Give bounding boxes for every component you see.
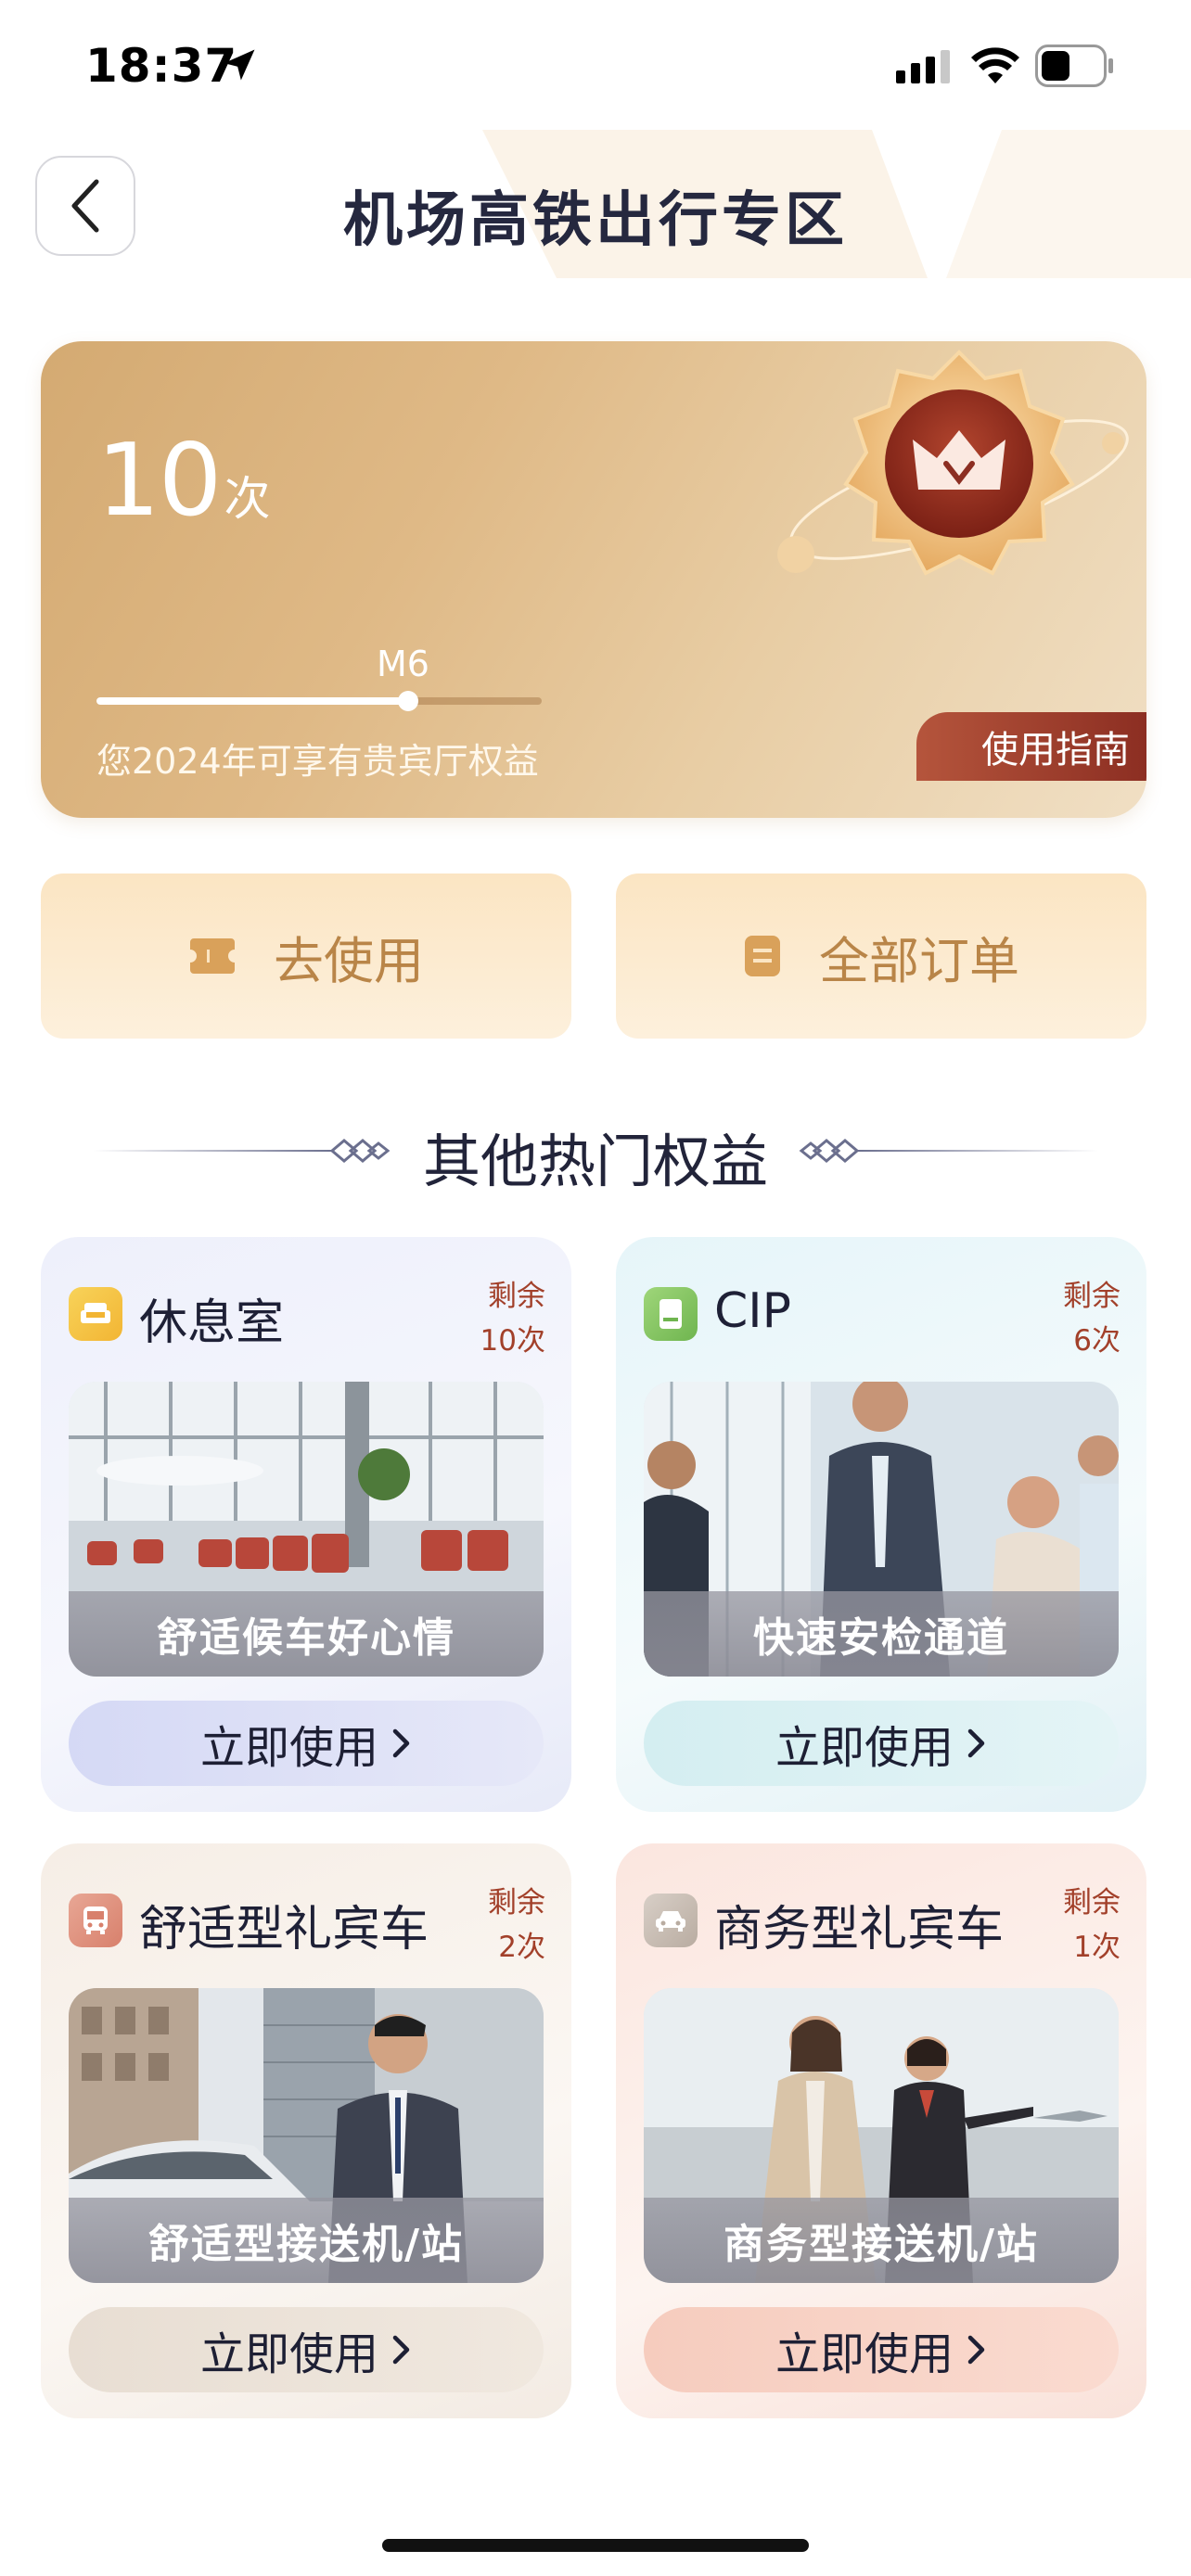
remaining-badge: 剩余 1次	[1063, 1881, 1121, 1970]
benefit-summary-card: 10次 M6 您2024年可享有贵宾厅权益 使用指南	[41, 341, 1146, 818]
use-now-button[interactable]: 立即使用	[644, 2307, 1119, 2392]
remaining-count-number: 10	[96, 423, 222, 539]
level-progress-fill	[96, 697, 408, 705]
bus-icon	[69, 1894, 122, 1947]
all-orders-label: 全部订单	[819, 931, 1019, 990]
comfort-car-photo: 舒适型接送机/站	[69, 1988, 544, 2283]
photo-caption: 商务型接送机/站	[644, 2198, 1119, 2283]
benefit-card-business-car[interactable]: 商务型礼宾车 剩余 1次 商务型接送机/站 立即使用	[616, 1843, 1146, 2418]
all-orders-button[interactable]: 全部订单	[616, 874, 1146, 1039]
remaining-count: 6次	[1073, 1324, 1121, 1358]
go-use-label: 去使用	[274, 931, 424, 990]
use-now-label: 立即使用	[775, 2328, 954, 2380]
remaining-badge: 剩余 6次	[1063, 1274, 1121, 1363]
usage-guide-button[interactable]: 使用指南	[916, 712, 1146, 781]
cip-photo: 快速安检通道	[644, 1382, 1119, 1677]
use-now-button[interactable]: 立即使用	[644, 1701, 1119, 1786]
photo-caption: 舒适候车好心情	[69, 1591, 544, 1677]
crown-medal-icon	[777, 350, 1129, 576]
remaining-label: 剩余	[488, 1886, 545, 1919]
ticket-icon	[190, 938, 235, 974]
card-title: 舒适型礼宾车	[139, 1902, 429, 1958]
use-now-label: 立即使用	[199, 2328, 378, 2380]
remaining-count: 10次	[96, 423, 270, 539]
document-icon	[745, 936, 780, 976]
card-title: CIP	[714, 1283, 792, 1339]
home-indicator[interactable]	[382, 2539, 809, 2552]
benefit-card-comfort-car[interactable]: 舒适型礼宾车 剩余 2次 舒适型接送机/站 立即使用	[41, 1843, 571, 2418]
car-icon	[644, 1894, 698, 1947]
lounge-photo: 舒适候车好心情	[69, 1382, 544, 1677]
benefit-card-cip[interactable]: CIP 剩余 6次 快速安检通道 立即使用	[616, 1237, 1146, 1812]
remaining-label: 剩余	[1063, 1886, 1121, 1919]
use-now-label: 立即使用	[199, 1722, 378, 1774]
remaining-count: 1次	[1073, 1931, 1121, 1964]
chevron-right-icon	[967, 2335, 985, 2365]
remaining-count: 2次	[498, 1931, 545, 1964]
cellular-signal-icon	[896, 50, 950, 83]
benefit-description: 您2024年可享有贵宾厅权益	[96, 741, 539, 782]
card-title: 休息室	[139, 1295, 285, 1351]
remaining-label: 剩余	[488, 1280, 545, 1313]
section-title: 其他热门权益	[422, 1128, 768, 1195]
status-bar: 18:37	[0, 0, 1191, 130]
card-title: 商务型礼宾车	[714, 1902, 1005, 1958]
go-use-button[interactable]: 去使用	[41, 874, 571, 1039]
remaining-badge: 剩余 10次	[480, 1274, 545, 1363]
sofa-icon	[69, 1287, 122, 1341]
remaining-count-unit: 次	[224, 472, 271, 526]
remaining-label: 剩余	[1063, 1280, 1121, 1313]
remaining-count: 10次	[480, 1324, 545, 1358]
battery-icon	[1035, 45, 1113, 87]
business-car-photo: 商务型接送机/站	[644, 1988, 1119, 2283]
pass-icon	[644, 1287, 698, 1341]
photo-caption: 舒适型接送机/站	[69, 2198, 544, 2283]
chevron-right-icon	[392, 1728, 410, 1758]
level-progress-marker	[398, 691, 418, 711]
section-divider-right	[857, 1150, 1098, 1152]
location-arrow-icon	[224, 49, 255, 81]
chevron-right-icon	[967, 1728, 985, 1758]
benefit-card-lounge[interactable]: 休息室 剩余 10次 舒适候车好心情 立即使用	[41, 1237, 571, 1812]
use-now-label: 立即使用	[775, 1722, 954, 1774]
photo-caption: 快速安检通道	[644, 1591, 1119, 1677]
use-now-button[interactable]: 立即使用	[69, 1701, 544, 1786]
remaining-badge: 剩余 2次	[488, 1881, 545, 1970]
use-now-button[interactable]: 立即使用	[69, 2307, 544, 2392]
status-time: 18:37	[85, 39, 238, 93]
wifi-icon	[971, 47, 1019, 83]
page-title: 机场高铁出行专区	[343, 186, 848, 255]
chevron-right-icon	[392, 2335, 410, 2365]
diamond-ornament-icon	[799, 1139, 860, 1163]
member-level: M6	[377, 644, 429, 684]
